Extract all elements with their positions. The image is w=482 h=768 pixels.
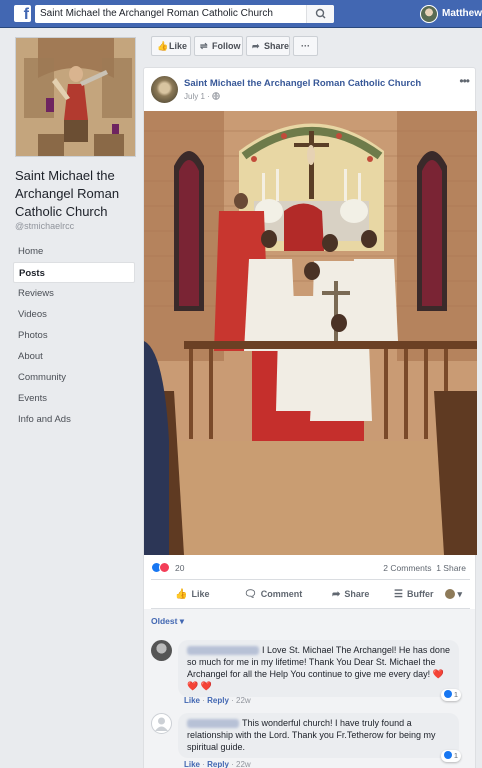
comment-sort-dropdown[interactable]: Oldest ▾	[151, 616, 184, 627]
buffer-stack-icon: ☰	[394, 589, 403, 600]
search-input-value: Saint Michael the Archangel Roman Cathol…	[40, 8, 273, 19]
post-share-button[interactable]: ➦ Share	[332, 589, 369, 600]
page-profile-picture[interactable]	[15, 37, 136, 157]
more-options-button[interactable]: ···	[293, 36, 318, 56]
comment-meta: Like · Reply · 22w	[184, 760, 251, 768]
shares-count-link[interactable]: 1 Share	[436, 563, 466, 573]
comment-reply-link[interactable]: Reply	[207, 760, 229, 768]
search-icon	[315, 8, 326, 19]
share-arrow-icon: ➦	[252, 41, 260, 51]
like-reaction-icon	[443, 690, 452, 698]
comment-time[interactable]: 22w	[236, 760, 251, 768]
facebook-logo-icon[interactable]: f	[14, 5, 31, 23]
post-like-button[interactable]: 👍 Like	[175, 589, 209, 600]
post-action-bar: 👍 Like 🗨 Comment ➦ Share ☰ Buffer ▾	[144, 582, 477, 608]
post-buffer-button[interactable]: ☰ Buffer	[394, 589, 433, 600]
post-stats: 2 Comments 1 Share	[383, 563, 466, 573]
comment-bubble-icon: 🗨	[244, 589, 257, 600]
comments-count-link[interactable]: 2 Comments	[383, 563, 431, 573]
divider	[151, 579, 470, 580]
post-card: Saint Michael the Archangel Roman Cathol…	[143, 67, 477, 768]
post-as-selector[interactable]: ▾	[445, 589, 462, 600]
post-photo[interactable]	[144, 111, 477, 555]
comment-reactions[interactable]: 1	[440, 750, 461, 762]
page-navigation: Home Posts Reviews Videos Photos About C…	[13, 241, 135, 430]
comment-reply-link[interactable]: Reply	[207, 696, 229, 705]
commenter-name-blurred[interactable]	[187, 719, 239, 729]
search-button[interactable]	[306, 5, 334, 23]
church-altar-photo	[144, 111, 477, 555]
comment-bubble: I Love St. Michael The Archangel! He has…	[178, 640, 459, 697]
post-comment-button[interactable]: 🗨 Comment	[244, 589, 302, 600]
globe-icon	[212, 92, 220, 100]
post-timestamp[interactable]: July 1 ·	[184, 92, 220, 101]
commenter-name-blurred[interactable]	[187, 646, 259, 656]
user-avatar	[420, 5, 438, 23]
comment-bubble: This wonderful church! I have truly foun…	[178, 713, 459, 758]
statue-photo	[16, 38, 135, 156]
post-options-button[interactable]: •••	[459, 74, 470, 88]
top-navigation-bar: f Saint Michael the Archangel Roman Cath…	[0, 0, 482, 28]
nav-item-home[interactable]: Home	[13, 241, 135, 262]
comments-section: Oldest ▾ I Love St. Michael The Archange…	[144, 609, 475, 768]
post-author-avatar[interactable]	[151, 76, 178, 103]
page-handle[interactable]: @stmichaelrcc	[15, 221, 74, 231]
thumbs-up-icon: 👍	[175, 589, 188, 600]
post-author-name[interactable]: Saint Michael the Archangel Roman Cathol…	[184, 78, 421, 89]
user-name: Matthew	[442, 8, 482, 19]
comment-like-link[interactable]: Like	[184, 760, 200, 768]
search-input[interactable]: Saint Michael the Archangel Roman Cathol…	[35, 5, 334, 23]
comment-like-link[interactable]: Like	[184, 696, 200, 705]
nav-item-about[interactable]: About	[13, 346, 135, 367]
commenter-avatar[interactable]	[151, 713, 172, 734]
nav-item-reviews[interactable]: Reviews	[13, 283, 135, 304]
page-name[interactable]: Saint Michael the Archangel Roman Cathol…	[15, 167, 140, 221]
rss-icon: ⇌	[200, 41, 208, 51]
nav-item-videos[interactable]: Videos	[13, 304, 135, 325]
comment-time[interactable]: 22w	[236, 696, 251, 705]
chevron-down-icon: ▾	[457, 589, 463, 599]
comment-meta: Like · Reply · 22w	[184, 696, 251, 705]
comment-reactions[interactable]: 1	[440, 689, 461, 701]
thumbs-up-icon: 👍	[157, 41, 169, 51]
share-arrow-icon: ➦	[332, 589, 341, 600]
love-reaction-icon	[159, 562, 170, 573]
nav-item-community[interactable]: Community	[13, 367, 135, 388]
nav-item-info-and-ads[interactable]: Info and Ads	[13, 409, 135, 430]
page-avatar-small	[445, 589, 455, 599]
follow-page-button[interactable]: ⇌ Follow	[194, 36, 243, 56]
commenter-avatar[interactable]	[151, 640, 172, 661]
like-page-button[interactable]: 👍Like	[151, 36, 191, 56]
default-profile-icon	[155, 717, 168, 731]
nav-item-posts[interactable]: Posts	[13, 262, 135, 283]
reaction-count: 20	[175, 563, 185, 573]
share-page-button[interactable]: ➦ Share	[246, 36, 290, 56]
nav-item-photos[interactable]: Photos	[13, 325, 135, 346]
like-reaction-icon	[443, 751, 452, 759]
nav-item-events[interactable]: Events	[13, 388, 135, 409]
